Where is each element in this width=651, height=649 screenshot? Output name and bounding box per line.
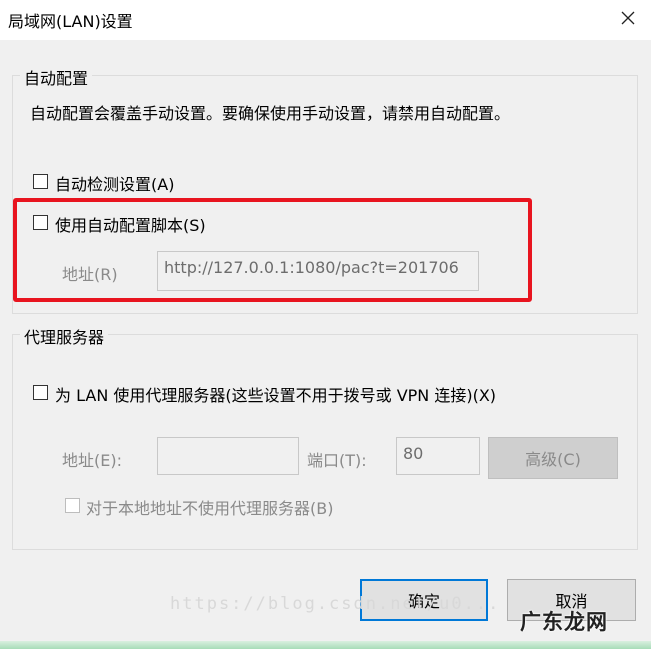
proxy-group-label: 代理服务器: [20, 324, 109, 348]
auto-detect-checkbox[interactable]: [33, 174, 48, 189]
proxy-port-input[interactable]: 80: [396, 437, 480, 475]
auto-config-group-label: 自动配置: [20, 65, 93, 89]
title-bar: 局域网(LAN)设置: [0, 0, 651, 40]
watermark-text: https://blog.csdn.net/u0...: [170, 594, 501, 614]
auto-config-description: 自动配置会覆盖手动设置。要确保使用手动设置，请禁用自动配置。: [30, 104, 511, 123]
advanced-button[interactable]: 高级(C): [488, 437, 618, 479]
bypass-local-label[interactable]: 对于本地地址不使用代理服务器(B): [86, 495, 333, 519]
auto-detect-label[interactable]: 自动检测设置(A): [55, 171, 174, 195]
use-proxy-checkbox[interactable]: [33, 385, 48, 400]
window-title: 局域网(LAN)设置: [8, 12, 133, 31]
use-proxy-label[interactable]: 为 LAN 使用代理服务器(这些设置不用于拨号或 VPN 连接)(X): [55, 382, 496, 406]
brand-watermark: 广东龙网: [520, 610, 608, 634]
bypass-local-checkbox[interactable]: [65, 498, 80, 513]
close-button[interactable]: [605, 0, 651, 36]
close-icon: [621, 11, 635, 25]
highlight-annotation: [13, 198, 532, 302]
proxy-port-label: 端口(T):: [307, 451, 367, 470]
proxy-address-label: 地址(E):: [62, 451, 122, 470]
lan-settings-dialog: 局域网(LAN)设置 自动配置 自动配置会覆盖手动设置。要确保使用手动设置，请禁…: [0, 0, 651, 649]
bottom-decoration: [0, 641, 651, 649]
proxy-address-input[interactable]: [157, 437, 299, 475]
